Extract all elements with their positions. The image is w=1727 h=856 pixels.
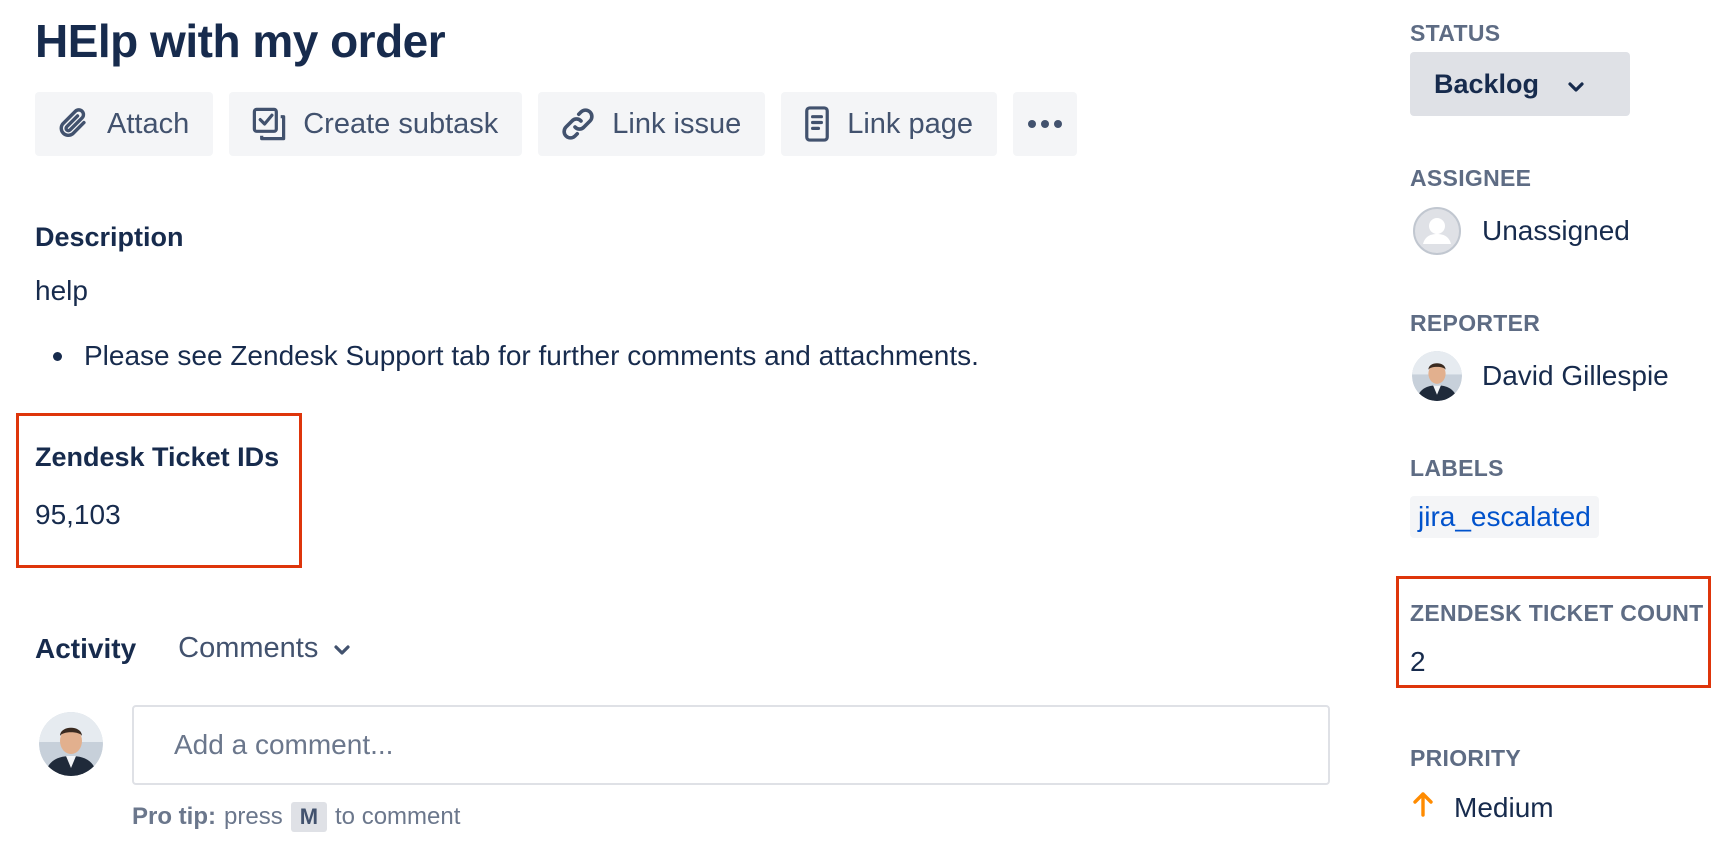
assignee-field[interactable]: Unassigned [1412,206,1630,256]
pro-tip-suffix: to comment [335,803,461,830]
link-issue-button[interactable]: Link issue [538,92,766,156]
priority-label: PRIORITY [1410,745,1522,771]
activity-filter-dropdown[interactable]: Comments [178,632,352,665]
attach-button[interactable]: Attach [35,92,214,156]
status-dropdown[interactable]: Backlog [1410,52,1630,116]
issue-toolbar: Attach Create subtask Link issue Link pa… [35,92,1078,156]
description-heading: Description [35,222,184,252]
chevron-down-icon [332,632,352,665]
link-icon [560,106,596,142]
arrow-up-icon [1412,790,1434,825]
activity-header: Activity Comments [35,632,352,665]
zendesk-ticket-ids-heading: Zendesk Ticket IDs [35,442,280,472]
highlight-box-ticket-ids [16,413,302,568]
status-value: Backlog [1434,68,1540,99]
description-text[interactable]: help [35,275,88,307]
zendesk-ticket-ids-value: 95,103 [35,499,121,530]
pro-tip-press: press [224,803,283,830]
priority-field[interactable]: Medium [1412,790,1554,825]
pro-tip-label: Pro tip: [132,803,216,830]
issue-title[interactable]: HElp with my order [35,14,446,68]
assignee-label: ASSIGNEE [1410,165,1532,191]
zendesk-ticket-count-label: ZENDESK TICKET COUNT [1410,600,1704,626]
activity-heading: Activity [35,632,137,664]
link-page-button[interactable]: Link page [781,92,998,156]
issue-sidebar: STATUS Backlog ASSIGNEE Unassigned REPOR… [1396,0,1727,856]
reporter-avatar [1412,351,1462,401]
page-icon [803,105,831,143]
reporter-field[interactable]: David Gillespie [1412,351,1669,401]
activity-filter-label: Comments [178,632,319,664]
unassigned-avatar-icon [1412,206,1462,256]
create-subtask-label: Create subtask [303,107,499,140]
link-issue-label: Link issue [612,107,742,140]
status-label: STATUS [1410,20,1501,46]
priority-value: Medium [1454,791,1554,823]
current-user-avatar [39,712,103,776]
bullet-icon [53,351,62,361]
highlight-box-ticket-count [1396,576,1711,688]
description-list-item: Please see Zendesk Support tab for furth… [53,340,979,372]
link-page-label: Link page [847,107,974,140]
label-chip[interactable]: jira_escalated [1410,496,1599,538]
reporter-label: REPORTER [1410,310,1541,336]
more-actions-button[interactable] [1013,92,1078,156]
issue-main-panel: HElp with my order Attach Create subtask [16,0,1335,856]
zendesk-ticket-count-value[interactable]: 2 [1410,646,1426,678]
chevron-down-icon [1567,69,1585,100]
description-bullet-text: Please see Zendesk Support tab for furth… [84,340,979,371]
create-subtask-button[interactable]: Create subtask [229,92,523,156]
paperclip-icon [57,105,91,143]
attach-label: Attach [107,107,190,140]
keyboard-shortcut-key: M [290,802,328,832]
reporter-value: David Gillespie [1482,360,1669,391]
assignee-value: Unassigned [1482,215,1630,246]
subtask-icon [251,105,287,143]
comment-input[interactable] [132,705,1330,785]
pro-tip: Pro tip: press M to comment [132,802,460,832]
labels-label: LABELS [1410,455,1504,481]
more-horizontal-icon [1027,119,1063,129]
